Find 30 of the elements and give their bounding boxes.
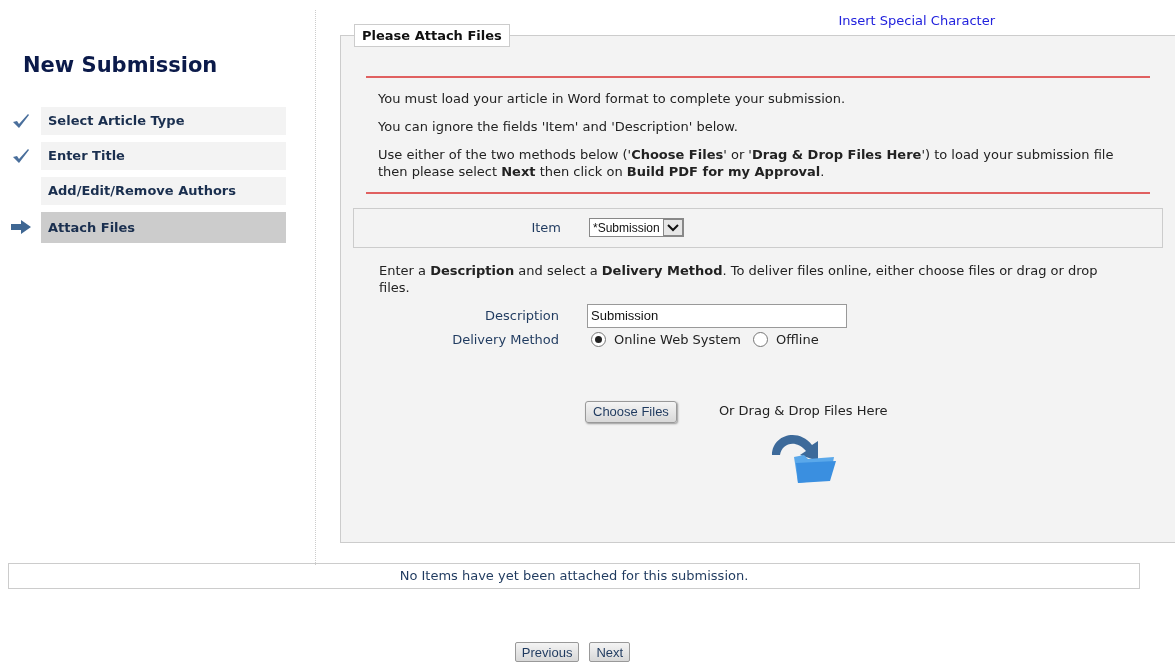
description-field[interactable]: Submission bbox=[587, 303, 847, 328]
arrow-right-icon bbox=[10, 220, 31, 234]
instruction-text: Use either of the two methods below ('Choose Files' or 'Drag & Drop Files Here') to load your submission file then please select Next then click on Build PDF for my Approval. bbox=[378, 145, 1115, 180]
nav-button[interactable]: Previous bbox=[514, 642, 580, 662]
checkmark-icon bbox=[11, 112, 30, 129]
step-item[interactable]: Attach Files bbox=[41, 211, 286, 243]
delivery-instruction: Enter a Description and select a Delivery Method. To deliver files online, either choose files or drag or drop files. bbox=[379, 261, 1099, 296]
choose-files-button[interactable]: Choose Files bbox=[585, 401, 677, 423]
radio-label: Offline bbox=[776, 330, 819, 349]
radio-label: Online Web System bbox=[614, 330, 742, 349]
delivery-method-label: Delivery Method bbox=[451, 330, 560, 349]
description-label: Description bbox=[483, 306, 560, 325]
item-value: *Submission bbox=[592, 219, 661, 237]
nav-button[interactable]: Next bbox=[589, 642, 631, 662]
checkmark-icon bbox=[11, 147, 30, 164]
instruction-text: You must load your article in Word format to complete your submission. bbox=[378, 89, 847, 107]
step-item[interactable]: Select Article Type bbox=[41, 106, 286, 135]
item-label: Item bbox=[530, 218, 562, 237]
step-item[interactable]: Enter Title bbox=[41, 141, 286, 170]
radio-button[interactable] bbox=[753, 331, 769, 347]
dropdown-icon bbox=[662, 219, 683, 236]
drop-zone-label[interactable]: Or Drag & Drop Files Here bbox=[718, 401, 888, 421]
attachments-message: No Items have yet been attached for this submission. bbox=[8, 563, 1140, 589]
step-item[interactable]: Add/Edit/Remove Authors bbox=[41, 176, 286, 205]
page-title: New Submission bbox=[23, 52, 219, 79]
panel-legend: Please Attach Files bbox=[354, 23, 510, 47]
item-select[interactable]: *Submission bbox=[589, 218, 684, 237]
radio-button[interactable] bbox=[591, 331, 606, 347]
instruction-text: You can ignore the fields 'Item' and 'Description' below. bbox=[378, 117, 739, 135]
insert-special-character-link[interactable]: Insert Special Character bbox=[838, 11, 995, 31]
